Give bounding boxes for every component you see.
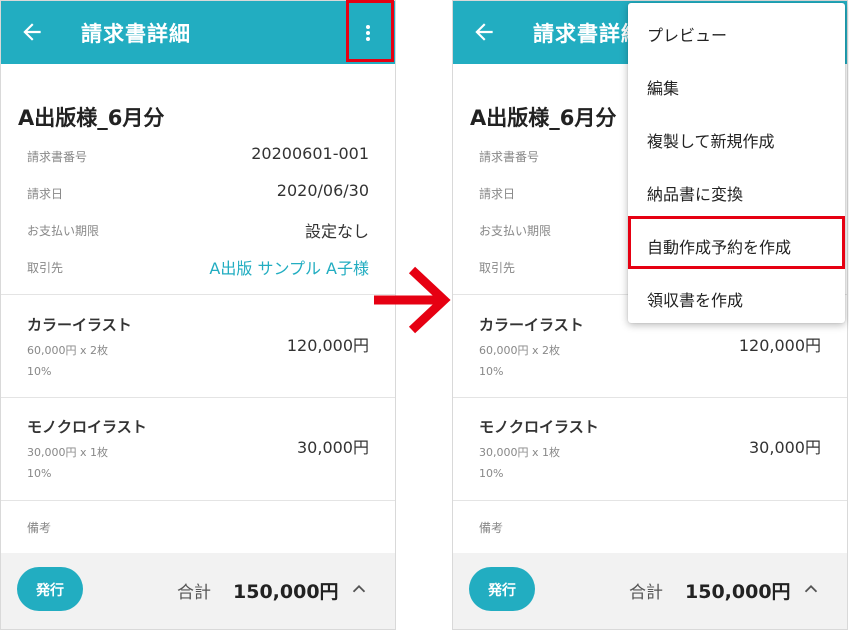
divider [1,397,395,398]
item-name: カラーイラスト [479,316,584,334]
line-item[interactable]: カラーイラスト 60,000円 x 2枚 10% 120,000円 [1,314,395,404]
menu-item-create-receipt[interactable]: 領収書を作成 [628,271,845,324]
bottom-bar: 発行 合計 150,000円 [453,553,847,629]
invoice-title: A出版様_6月分 [470,106,617,130]
item-tax: 10% [27,467,52,480]
client-row: 取引先 A出版 サンプル A子様 [1,255,395,279]
app-bar: 請求書詳細 [1,1,395,64]
more-button-highlight [346,0,394,62]
back-arrow-icon[interactable] [471,19,497,45]
menu-item-label: 編集 [647,79,680,98]
field-label: 請求日 [27,187,64,201]
invoice-date-row: 請求日 2020/06/30 [1,181,395,203]
field-label: 取引先 [479,261,516,275]
chevron-up-icon[interactable] [800,578,822,600]
field-label: 請求日 [479,187,516,201]
item-detail: 60,000円 x 2枚 [27,344,108,357]
field-label: 請求書番号 [479,150,540,164]
divider [1,294,395,295]
total-label: 合計 [177,583,211,603]
invoice-title: A出版様_6月分 [18,106,165,130]
total-value: 150,000円 [233,581,339,603]
item-amount: 120,000円 [738,336,821,355]
issue-button[interactable]: 発行 [17,567,83,611]
item-name: カラーイラスト [27,316,132,334]
menu-item-preview[interactable]: プレビュー [628,6,845,59]
menu-item-label: 複製して新規作成 [647,132,775,151]
item-tax: 10% [27,365,52,378]
back-arrow-icon[interactable] [19,19,45,45]
item-amount: 30,000円 [297,438,369,457]
item-detail: 30,000円 x 1枚 [27,446,108,459]
menu-item-duplicate[interactable]: 複製して新規作成 [628,112,845,165]
divider [453,500,847,501]
item-name: モノクロイラスト [479,418,599,436]
field-label: お支払い期限 [479,224,552,238]
client-link[interactable]: A出版 サンプル A子様 [209,255,369,279]
line-item[interactable]: カラーイラスト 60,000円 x 2枚 10% 120,000円 [453,314,847,404]
overflow-menu: プレビュー 編集 複製して新規作成 納品書に変換 自動作成予約を作成 領収書を作… [628,3,845,323]
line-item[interactable]: モノクロイラスト 30,000円 x 1枚 10% 30,000円 [453,416,847,506]
menu-item-convert-delivery[interactable]: 納品書に変換 [628,165,845,218]
bottom-bar: 発行 合計 150,000円 [1,553,395,629]
field-label: お支払い期限 [27,224,100,238]
line-item[interactable]: モノクロイラスト 30,000円 x 1枚 10% 30,000円 [1,416,395,506]
item-amount: 120,000円 [286,336,369,355]
page-title: 請求書詳細 [533,22,643,46]
item-amount: 30,000円 [749,438,821,457]
notes-label: 備考 [479,521,504,535]
field-label: 取引先 [27,261,64,275]
payment-due-value: 設定なし [304,222,369,241]
payment-due-row: お支払い期限 設定なし [1,218,395,241]
item-detail: 30,000円 x 1枚 [479,446,560,459]
page-title: 請求書詳細 [81,22,191,46]
total-label: 合計 [629,583,663,603]
item-tax: 10% [479,365,504,378]
item-tax: 10% [479,467,504,480]
invoice-number-value: 20200601-001 [251,144,369,163]
chevron-up-icon[interactable] [348,578,370,600]
screen-before: 請求書詳細 A出版様_6月分 請求書番号 20200601-001 請求日 20… [0,0,396,630]
menu-item-label: 納品書に変換 [647,185,744,204]
invoice-number-row: 請求書番号 20200601-001 [1,144,395,166]
arrow-right-icon [374,266,451,334]
total-value: 150,000円 [685,581,791,603]
item-detail: 60,000円 x 2枚 [479,344,560,357]
invoice-date-value: 2020/06/30 [276,181,369,200]
issue-button[interactable]: 発行 [469,567,535,611]
menu-item-label: 領収書を作成 [647,291,744,310]
menu-item-edit[interactable]: 編集 [628,59,845,112]
notes-label: 備考 [27,521,52,535]
menu-item-label: プレビュー [647,26,728,45]
divider [1,500,395,501]
divider [453,397,847,398]
field-label: 請求書番号 [27,150,88,164]
menu-item-highlight [628,216,845,269]
item-name: モノクロイラスト [27,418,147,436]
